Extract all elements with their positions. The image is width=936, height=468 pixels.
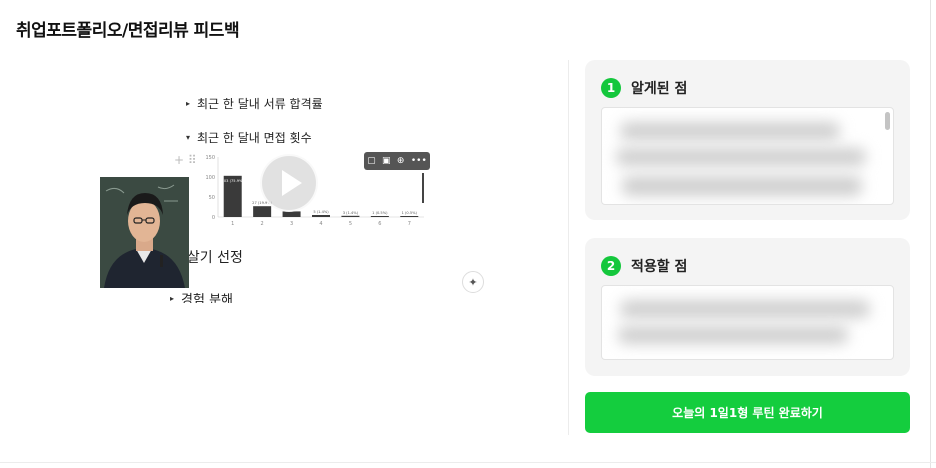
video-player[interactable]: ▸ 최근 한 달내 서류 합격률 ▾ 최근 한 달내 면접 횟수 + ⠿ 150… bbox=[86, 87, 493, 303]
presenter-video-thumbnail bbox=[100, 177, 189, 288]
data-label: 5 (1.4%) bbox=[313, 210, 329, 214]
notes-item-label: 경험 분해 bbox=[181, 293, 233, 303]
y-tick-label: 50 bbox=[209, 195, 215, 201]
bottom-divider bbox=[0, 462, 936, 463]
chart-toolbar: ▢ ▣ ⊕ ••• bbox=[364, 152, 430, 170]
data-label: 3 (1.4%) bbox=[343, 211, 359, 215]
bar bbox=[370, 216, 389, 217]
number-badge: 2 bbox=[601, 256, 621, 276]
triangle-right-icon: ▸ bbox=[186, 99, 191, 108]
section-header: 2 적용할 점 bbox=[601, 256, 687, 276]
column-divider bbox=[568, 60, 569, 435]
bar bbox=[400, 216, 419, 217]
copy-icon[interactable]: ▣ bbox=[382, 156, 391, 166]
apply-textarea[interactable] bbox=[601, 285, 894, 360]
apply-section: 2 적용할 점 bbox=[585, 238, 910, 376]
x-tick-label: 5 bbox=[349, 221, 352, 227]
x-tick-label: 2 bbox=[261, 221, 264, 227]
complete-routine-button[interactable]: 오늘의 1일1형 루틴 완료하기 bbox=[585, 392, 910, 433]
x-tick-label: 6 bbox=[378, 221, 381, 227]
y-tick-label: 100 bbox=[205, 175, 215, 181]
x-tick-label: 3 bbox=[290, 221, 293, 227]
scrollbar-thumb[interactable] bbox=[885, 112, 890, 130]
play-button[interactable] bbox=[260, 154, 318, 212]
section-title: 알게된 점 bbox=[631, 81, 688, 97]
x-tick-label: 1 bbox=[231, 221, 234, 227]
chart-scrollbar bbox=[422, 173, 424, 203]
learned-section: 1 알게된 점 bbox=[585, 60, 910, 220]
sparkle-icon[interactable]: ✦ bbox=[462, 271, 484, 293]
triangle-right-icon: ▸ bbox=[170, 294, 175, 303]
learned-textarea[interactable] bbox=[601, 107, 894, 205]
y-tick-label: 150 bbox=[205, 155, 215, 161]
window-edge bbox=[930, 0, 931, 468]
section-header: 1 알게된 점 bbox=[601, 78, 687, 98]
page-title: 취업포트폴리오/면접리뷰 피드백 bbox=[16, 21, 240, 41]
number-badge: 1 bbox=[601, 78, 621, 98]
add-block-icon: + ⠿ bbox=[174, 153, 197, 167]
notes-item-label: 최근 한 달내 면접 횟수 bbox=[197, 131, 312, 145]
section-title: 적용할 점 bbox=[631, 259, 688, 275]
bar bbox=[282, 211, 301, 217]
data-label: 1 (0.5%) bbox=[402, 211, 418, 215]
data-label: 103 (75.9%) bbox=[222, 179, 245, 183]
notes-item: ▾ 최근 한 달내 면접 횟수 bbox=[186, 129, 312, 146]
bar bbox=[341, 215, 360, 217]
bar bbox=[312, 215, 330, 217]
y-tick-label: 0 bbox=[212, 215, 215, 221]
notes-item-label: 최근 한 달내 서류 합격률 bbox=[197, 97, 323, 111]
x-tick-label: 7 bbox=[408, 221, 411, 227]
notes-item: ▸ 경험 분해 bbox=[170, 289, 233, 303]
more-icon[interactable]: ••• bbox=[411, 156, 427, 166]
data-label: 1 (0.5%) bbox=[372, 211, 388, 215]
x-tick-label: 4 bbox=[319, 221, 322, 227]
triangle-down-icon: ▾ bbox=[186, 133, 191, 142]
comment-icon[interactable]: ▢ bbox=[367, 156, 376, 166]
notes-item: ▸ 최근 한 달내 서류 합격률 bbox=[186, 95, 323, 112]
play-icon bbox=[282, 170, 302, 196]
download-icon[interactable]: ⊕ bbox=[397, 156, 405, 166]
bar bbox=[253, 206, 272, 217]
